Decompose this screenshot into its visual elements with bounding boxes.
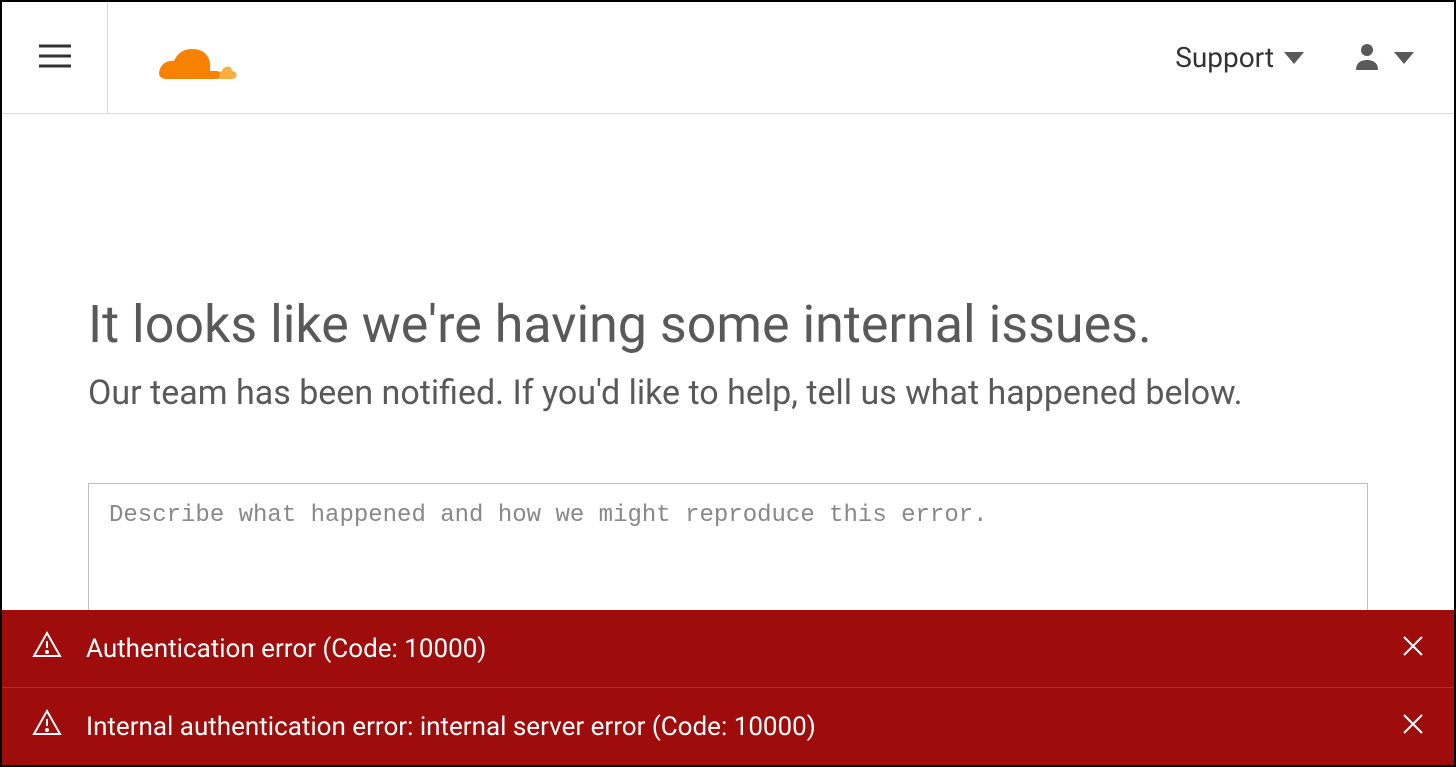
header-right: Support bbox=[1175, 41, 1414, 74]
warning-icon bbox=[32, 708, 62, 745]
page-title: It looks like we're having some internal… bbox=[88, 294, 1368, 355]
alert-close-button[interactable] bbox=[1402, 634, 1424, 664]
support-label: Support bbox=[1175, 41, 1274, 74]
page-subtitle: Our team has been notified. If you'd lik… bbox=[88, 373, 1368, 413]
caret-down-icon bbox=[1394, 52, 1414, 64]
header: Support bbox=[2, 2, 1454, 114]
hamburger-icon bbox=[39, 44, 71, 72]
close-icon bbox=[1402, 634, 1424, 664]
alert-message: Internal authentication error: internal … bbox=[86, 712, 1402, 742]
main-content: It looks like we're having some internal… bbox=[2, 114, 1454, 637]
user-menu[interactable] bbox=[1354, 42, 1414, 74]
menu-button[interactable] bbox=[2, 2, 108, 114]
alert-banner: Authentication error (Code: 10000) bbox=[2, 610, 1454, 687]
alert-message: Authentication error (Code: 10000) bbox=[86, 634, 1402, 664]
warning-icon bbox=[32, 630, 62, 667]
alerts-container: Authentication error (Code: 10000) Inter… bbox=[2, 610, 1454, 765]
support-dropdown[interactable]: Support bbox=[1175, 41, 1304, 74]
person-icon bbox=[1354, 42, 1380, 74]
caret-down-icon bbox=[1284, 52, 1304, 64]
close-icon bbox=[1402, 712, 1424, 742]
alert-banner: Internal authentication error: internal … bbox=[2, 687, 1454, 765]
alert-close-button[interactable] bbox=[1402, 712, 1424, 742]
cloudflare-logo[interactable] bbox=[142, 35, 240, 81]
